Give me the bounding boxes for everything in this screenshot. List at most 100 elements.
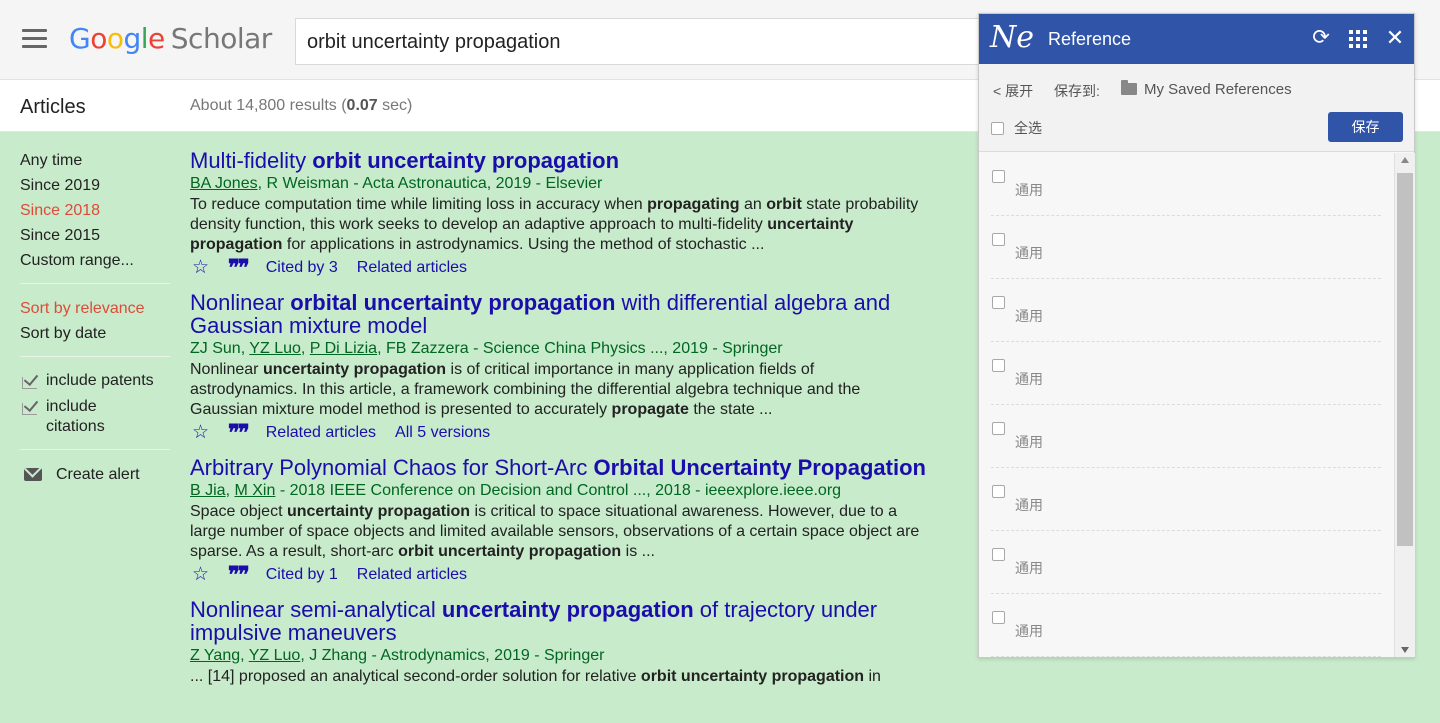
checkbox[interactable]	[991, 121, 1004, 135]
sort-by-date[interactable]: Sort by date	[20, 323, 170, 348]
refresh-icon[interactable]: ⟳	[1309, 26, 1333, 50]
result-title-link[interactable]: Multi-fidelity orbit uncertainty propaga…	[190, 149, 960, 172]
search-input[interactable]: orbit uncertainty propagation	[295, 18, 1015, 65]
divider	[20, 449, 170, 450]
reference-list-item[interactable]: 通用	[991, 405, 1381, 468]
save-to-folder-select[interactable]: My Saved References	[1144, 81, 1292, 98]
google-scholar-logo[interactable]: Google Scholar	[69, 22, 272, 55]
filter-since-2015[interactable]: Since 2015	[20, 225, 170, 250]
reference-toolbar: < 展开 保存到: My Saved References 全选 保存	[979, 64, 1414, 152]
result-action-link[interactable]: Related articles	[357, 564, 467, 586]
filter-since-2018[interactable]: Since 2018	[20, 200, 170, 225]
expand-link[interactable]: < 展开	[993, 81, 1033, 101]
result-title-text: Nonlinear semi-analytical	[190, 597, 442, 622]
reference-list-item[interactable]: 通用	[991, 216, 1381, 279]
reference-checkbox[interactable]	[992, 422, 1005, 435]
result-actions: ☆ ❞❞ Cited by 3 Related articles	[190, 257, 960, 279]
reference-checkbox[interactable]	[992, 359, 1005, 372]
result-snippet: Space object uncertainty propagation is …	[190, 502, 925, 562]
envelope-icon	[24, 468, 42, 481]
filter-custom-range[interactable]: Custom range...	[20, 250, 170, 275]
reference-list-item[interactable]: 通用	[991, 279, 1381, 342]
result-action-link[interactable]: Related articles	[357, 257, 467, 279]
result-title-link[interactable]: Nonlinear orbital uncertainty propagatio…	[190, 291, 960, 337]
snippet-highlight: orbit uncertainty propagation	[640, 668, 865, 685]
folder-icon	[1121, 80, 1137, 95]
divider	[20, 356, 170, 357]
section-label[interactable]: Articles	[20, 96, 86, 119]
reference-list-item[interactable]: 通用	[991, 531, 1381, 594]
reference-list-scrollbar[interactable]	[1394, 153, 1415, 657]
results-count-prefix: About 14,800 results (	[190, 97, 347, 114]
menu-icon[interactable]	[22, 29, 47, 49]
result-action-link[interactable]: Cited by 3	[266, 257, 338, 279]
result-authors: B Jia, M Xin - 2018 IEEE Conference on D…	[190, 480, 960, 502]
cite-quote-icon[interactable]: ❞❞	[228, 564, 250, 586]
search-result: Nonlinear semi-analytical uncertainty pr…	[190, 598, 960, 687]
save-to-label: 保存到:	[1054, 83, 1100, 99]
author-link[interactable]: YZ Luo	[249, 647, 301, 664]
reference-checkbox[interactable]	[992, 296, 1005, 309]
close-icon[interactable]: ✕	[1383, 26, 1407, 50]
scroll-up-arrow-icon[interactable]	[1401, 157, 1409, 163]
reference-checkbox[interactable]	[992, 548, 1005, 561]
reference-list-item[interactable]: 通用	[991, 342, 1381, 405]
scrollbar-thumb[interactable]	[1397, 173, 1413, 546]
cite-quote-icon[interactable]: ❞❞	[228, 422, 250, 444]
reference-item-label: 通用	[1015, 623, 1043, 639]
filter-any-time[interactable]: Any time	[20, 150, 170, 175]
sort-by-relevance[interactable]: Sort by relevance	[20, 298, 170, 323]
snippet-text: Space object	[190, 503, 287, 520]
author-link[interactable]: P Di Lizia	[310, 340, 377, 357]
result-title-link[interactable]: Arbitrary Polynomial Chaos for Short-Arc…	[190, 456, 960, 479]
author-text: , FB Zazzera - Science China Physics ...…	[377, 340, 783, 357]
author-link[interactable]: YZ Luo	[249, 340, 301, 357]
result-action-link[interactable]: Cited by 1	[266, 564, 338, 586]
result-title-text: Multi-fidelity	[190, 148, 313, 173]
logo-letter: G	[69, 22, 91, 55]
result-action-link[interactable]: Related articles	[266, 422, 376, 444]
star-icon[interactable]: ☆	[192, 565, 209, 585]
result-action-link[interactable]: All 5 versions	[395, 422, 490, 444]
author-link[interactable]: M Xin	[234, 482, 275, 499]
reference-checkbox[interactable]	[992, 233, 1005, 246]
star-icon[interactable]: ☆	[192, 258, 209, 278]
author-text: ZJ Sun,	[190, 340, 250, 357]
include-patents-checkbox[interactable]: include patents	[20, 371, 170, 391]
reference-list-item[interactable]: 通用	[991, 468, 1381, 531]
author-link[interactable]: BA Jones	[190, 175, 258, 192]
result-snippet: ... [14] proposed an analytical second-o…	[190, 667, 925, 687]
result-title-link[interactable]: Nonlinear semi-analytical uncertainty pr…	[190, 598, 960, 644]
results-list: Multi-fidelity orbit uncertainty propaga…	[190, 149, 960, 699]
logo-letter: g	[123, 22, 141, 55]
author-link[interactable]: Z Yang	[190, 647, 240, 664]
author-text: , R Weisman - Acta Astronautica, 2019 - …	[257, 175, 603, 192]
snippet-highlight: propagating	[647, 196, 740, 213]
author-text: ,	[240, 647, 249, 664]
result-title-bold: orbital uncertainty propagation	[290, 290, 616, 315]
results-count: About 14,800 results (0.07 sec)	[190, 97, 412, 115]
star-icon[interactable]: ☆	[192, 423, 209, 443]
snippet-highlight: uncertainty propagation	[262, 361, 447, 378]
snippet-text: for applications in astrodynamics. Using…	[282, 236, 765, 253]
apps-grid-icon[interactable]	[1346, 26, 1370, 50]
logo-letter: o	[106, 22, 124, 55]
reference-list-item[interactable]: 通用	[991, 594, 1381, 657]
reference-list: 通用 通用 通用 通用 通用 通用 通用 通用	[979, 153, 1393, 657]
scroll-down-arrow-icon[interactable]	[1401, 647, 1409, 653]
reference-checkbox[interactable]	[992, 170, 1005, 183]
include-citations-checkbox[interactable]: include citations	[20, 397, 170, 437]
filter-since-2019[interactable]: Since 2019	[20, 175, 170, 200]
logo-scholar-text: Scholar	[170, 22, 273, 55]
reference-checkbox[interactable]	[992, 485, 1005, 498]
reference-item-label: 通用	[1015, 497, 1043, 513]
author-link[interactable]: B Jia	[190, 482, 226, 499]
cite-quote-icon[interactable]: ❞❞	[228, 257, 250, 279]
reference-checkbox[interactable]	[992, 611, 1005, 624]
create-alert-button[interactable]: Create alert	[20, 464, 170, 488]
select-all-checkbox[interactable]: 全选	[991, 118, 1042, 138]
reference-list-item[interactable]: 通用	[991, 153, 1381, 216]
snippet-text: an	[739, 196, 767, 213]
result-title-text: Nonlinear	[190, 290, 291, 315]
save-button[interactable]: 保存	[1328, 112, 1403, 142]
